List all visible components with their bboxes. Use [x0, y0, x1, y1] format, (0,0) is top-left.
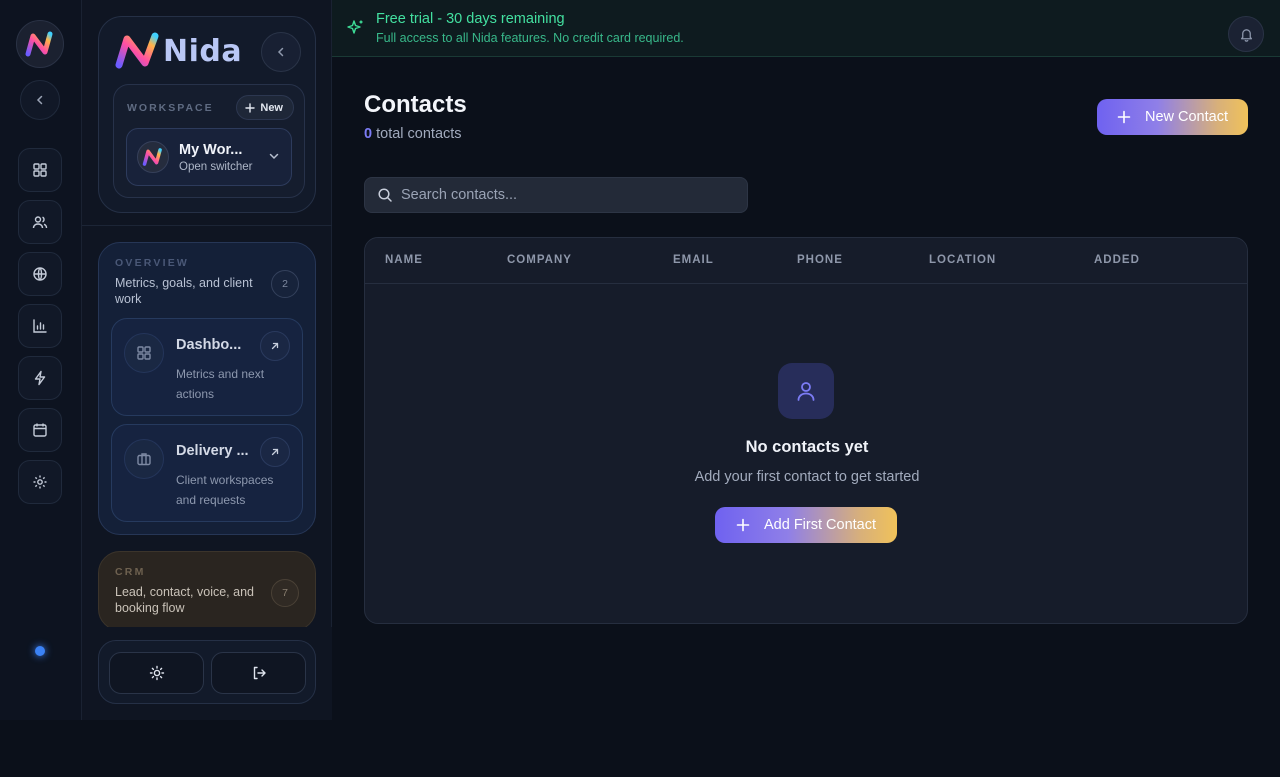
- briefcase-icon: [124, 439, 164, 479]
- group-label-overview: OVERVIEW: [115, 257, 190, 269]
- chevron-left-icon: [277, 47, 284, 57]
- dashboard-icon: [33, 163, 47, 177]
- workspace-switcher-label: Open switcher: [179, 160, 253, 173]
- trial-subtitle: Full access to all Nida features. No cre…: [376, 31, 684, 45]
- nav-item-title: Delivery ...: [176, 443, 249, 459]
- trial-title: Free trial - 30 days remaining: [376, 11, 565, 27]
- column-header-location[interactable]: LOCATION: [929, 254, 996, 266]
- column-header-phone[interactable]: PHONE: [797, 254, 843, 266]
- sun-icon: [149, 665, 164, 681]
- plus-icon: [1117, 110, 1131, 124]
- rail-analytics-button[interactable]: [18, 304, 62, 348]
- chevron-left-icon: [36, 95, 43, 105]
- bell-icon: [1240, 28, 1252, 42]
- plus-icon: [736, 518, 750, 532]
- workspace-name: My Wor...: [179, 141, 243, 158]
- rail-settings-button[interactable]: [18, 460, 62, 504]
- nida-logo-icon: [142, 148, 162, 166]
- rail-automation-button[interactable]: [18, 356, 62, 400]
- nav-item-description: Metrics and next actions: [176, 367, 265, 401]
- workspace-avatar: [137, 141, 169, 173]
- column-header-added[interactable]: ADDED: [1094, 254, 1140, 266]
- globe-icon: [33, 267, 47, 281]
- plus-icon: [245, 102, 256, 113]
- column-header-email[interactable]: EMAIL: [673, 254, 714, 266]
- arrow-up-right-icon[interactable]: [260, 437, 290, 467]
- group-description-crm: Lead, contact, voice, and booking flow: [115, 585, 254, 615]
- group-count-crm: 7: [271, 579, 299, 607]
- brand-logo[interactable]: Nida: [113, 31, 242, 71]
- arrow-up-right-icon[interactable]: [260, 331, 290, 361]
- search-box: [364, 177, 748, 213]
- contacts-table: NAME COMPANY EMAIL PHONE LOCATION ADDED …: [364, 237, 1248, 624]
- logout-icon: [253, 666, 266, 680]
- workspace-switcher[interactable]: My Wor... Open switcher: [126, 128, 292, 186]
- workspace-panel: WORKSPACE New My Wor... Open switcher: [113, 84, 305, 198]
- nav-group-overview: OVERVIEW Metrics, goals, and client work…: [98, 242, 316, 535]
- group-count-overview: 2: [271, 270, 299, 298]
- nida-logo-icon: [115, 32, 159, 69]
- rail-calendar-button[interactable]: [18, 408, 62, 452]
- sidebar-collapse-button[interactable]: [261, 32, 301, 72]
- user-icon: [778, 363, 834, 419]
- nav-group-crm[interactable]: CRM Lead, contact, voice, and booking fl…: [98, 551, 316, 631]
- theme-toggle-button[interactable]: [109, 652, 204, 694]
- main-content: Free trial - 30 days remaining Full acce…: [332, 0, 1280, 777]
- status-indicator-dot: [35, 646, 45, 656]
- logout-button[interactable]: [211, 652, 306, 694]
- rail-dashboard-button[interactable]: [18, 148, 62, 192]
- table-header: NAME COMPANY EMAIL PHONE LOCATION ADDED: [365, 238, 1247, 284]
- new-workspace-label: New: [260, 101, 283, 114]
- brand-card: Nida WORKSPACE New My Wor... Open switch…: [98, 16, 316, 213]
- column-header-name[interactable]: NAME: [385, 254, 423, 266]
- sparkles-icon: [347, 20, 363, 34]
- add-first-contact-button[interactable]: Add First Contact: [715, 507, 897, 543]
- nav-item-title: Dashbo...: [176, 337, 242, 353]
- dashboard-icon: [124, 333, 164, 373]
- search-icon: [378, 188, 392, 202]
- empty-state-subtitle: Add your first contact to get started: [694, 469, 920, 485]
- sidebar-footer: [82, 627, 332, 720]
- search-input[interactable]: [401, 187, 731, 203]
- bar-chart-icon: [33, 319, 47, 333]
- brand-name: Nida: [163, 33, 243, 69]
- trial-banner: Free trial - 30 days remaining Full acce…: [332, 0, 1280, 57]
- nav-item-delivery[interactable]: Delivery ... Client workspaces and reque…: [111, 424, 303, 522]
- rail-users-button[interactable]: [18, 200, 62, 244]
- contact-count: 0 total contacts: [364, 126, 462, 142]
- page-title: Contacts: [364, 91, 467, 118]
- rail-collapse-button[interactable]: [20, 80, 60, 120]
- contact-count-value: 0: [364, 126, 373, 142]
- rail-globe-button[interactable]: [18, 252, 62, 296]
- nida-logo-icon: [25, 31, 53, 57]
- notifications-button[interactable]: [1228, 16, 1264, 52]
- gear-icon: [33, 475, 47, 489]
- group-description-overview: Metrics, goals, and client work: [115, 276, 253, 306]
- workspace-label: WORKSPACE: [127, 102, 214, 114]
- chevron-down-icon: [269, 153, 279, 160]
- app-logo[interactable]: [16, 20, 64, 68]
- bolt-icon: [34, 370, 46, 386]
- empty-state-title: No contacts yet: [745, 438, 869, 456]
- add-first-contact-label: Add First Contact: [763, 517, 876, 533]
- contact-count-label: total contacts: [376, 126, 462, 142]
- new-contact-label: New Contact: [1144, 109, 1228, 125]
- users-icon: [32, 216, 48, 229]
- calendar-icon: [33, 423, 47, 437]
- group-label-crm: CRM: [115, 566, 146, 578]
- icon-rail: [0, 0, 82, 720]
- footer-actions: [98, 640, 316, 704]
- sidebar-divider: [82, 225, 332, 226]
- sidebar: Nida WORKSPACE New My Wor... Open switch…: [82, 0, 332, 720]
- new-workspace-button[interactable]: New: [236, 95, 294, 120]
- nav-item-dashboard[interactable]: Dashbo... Metrics and next actions: [111, 318, 303, 416]
- nav-item-description: Client workspaces and requests: [176, 473, 274, 507]
- column-header-company[interactable]: COMPANY: [507, 254, 572, 266]
- new-contact-button[interactable]: New Contact: [1097, 99, 1248, 135]
